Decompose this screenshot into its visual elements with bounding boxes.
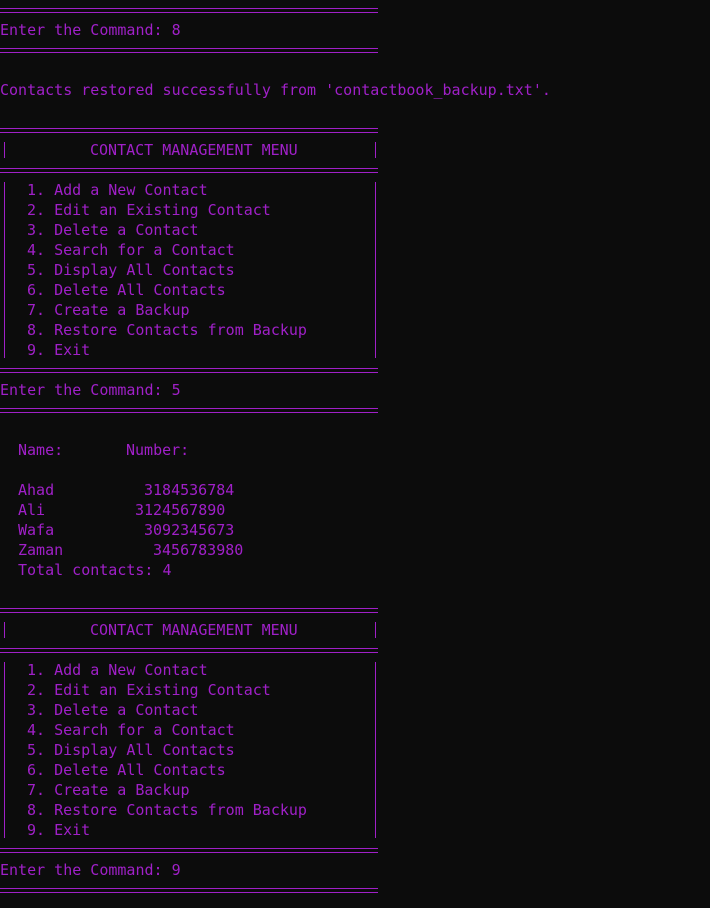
menu-border-left — [4, 662, 5, 838]
menu-border-right — [375, 142, 376, 158]
menu-item: 3. Delete a Contact — [27, 221, 199, 239]
restore-message: Contacts restored successfully from 'con… — [0, 81, 551, 99]
contact-number: 3124567890 — [135, 501, 226, 519]
contact-number: 3456783980 — [153, 541, 244, 559]
name-column-header: Name: — [18, 441, 64, 459]
menu-item: 2. Edit an Existing Contact — [27, 201, 271, 219]
terminal-window[interactable]: Enter the Command: 8 Contacts restored su… — [0, 0, 710, 908]
menu-border-right — [375, 662, 376, 838]
menu-item: 2. Edit an Existing Contact — [27, 681, 271, 699]
menu-border-left — [4, 182, 5, 358]
menu-item: 6. Delete All Contacts — [27, 761, 226, 779]
number-column-header: Number: — [126, 441, 190, 459]
menu-item: 1. Add a New Contact — [27, 661, 208, 679]
separator-line — [0, 368, 378, 373]
separator-line — [0, 168, 378, 173]
separator-line — [0, 648, 378, 653]
menu-item: 5. Display All Contacts — [27, 261, 235, 279]
prompt-line: Enter the Command: 9 — [0, 861, 181, 879]
contact-number: 3184536784 — [144, 481, 235, 499]
menu-border-left — [4, 142, 5, 158]
menu-item: 7. Create a Backup — [27, 301, 190, 319]
separator-line — [0, 408, 378, 413]
menu-item: 8. Restore Contacts from Backup — [27, 321, 307, 339]
menu-item: 9. Exit — [27, 341, 91, 359]
separator-line — [0, 128, 378, 133]
contact-name: Zaman — [18, 541, 64, 559]
total-contacts: Total contacts: 4 — [18, 561, 172, 579]
menu-item: 8. Restore Contacts from Backup — [27, 801, 307, 819]
contact-name: Wafa — [18, 521, 55, 539]
prompt-line: Enter the Command: 5 — [0, 381, 181, 399]
menu-item: 6. Delete All Contacts — [27, 281, 226, 299]
menu-item: 1. Add a New Contact — [27, 181, 208, 199]
menu-border-right — [375, 182, 376, 358]
contact-name: Ahad — [18, 481, 55, 499]
menu-border-left — [4, 622, 5, 638]
separator-line — [0, 608, 378, 613]
menu-item: 4. Search for a Contact — [27, 241, 235, 259]
menu-item: 4. Search for a Contact — [27, 721, 235, 739]
menu-title: CONTACT MANAGEMENT MENU — [90, 141, 298, 159]
separator-line — [0, 848, 378, 853]
menu-item: 7. Create a Backup — [27, 781, 190, 799]
contact-name: Ali — [18, 501, 46, 519]
menu-item: 9. Exit — [27, 821, 91, 839]
menu-title: CONTACT MANAGEMENT MENU — [90, 621, 298, 639]
separator-line — [0, 8, 378, 13]
separator-line — [0, 888, 378, 893]
prompt-line: Enter the Command: 8 — [0, 21, 181, 39]
separator-line — [0, 48, 378, 53]
menu-border-right — [375, 622, 376, 638]
menu-item: 3. Delete a Contact — [27, 701, 199, 719]
menu-item: 5. Display All Contacts — [27, 741, 235, 759]
contact-number: 3092345673 — [144, 521, 235, 539]
